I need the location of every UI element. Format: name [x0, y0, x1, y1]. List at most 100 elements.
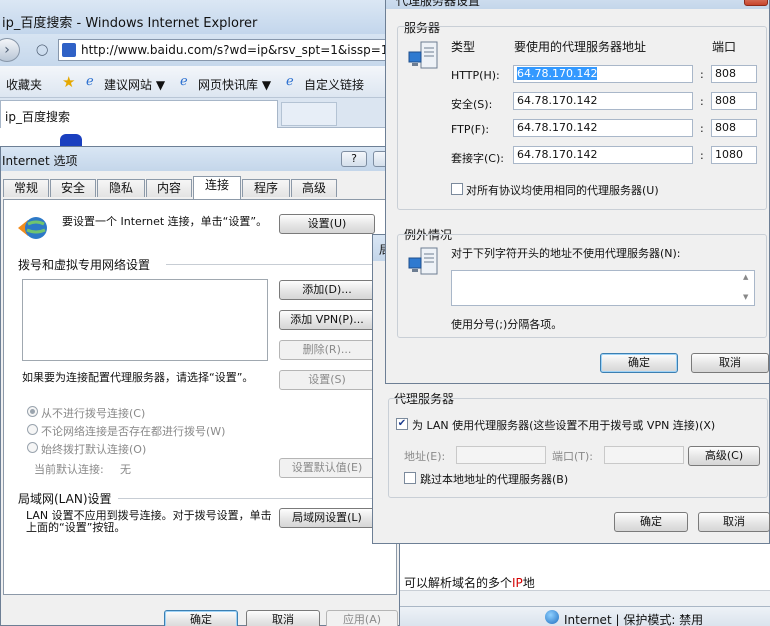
radio-always-dial-label: 始终拨打默认连接(O) — [41, 443, 147, 456]
remove-button[interactable]: 删除(R)... — [279, 340, 375, 360]
colon-separator: : — [700, 149, 704, 162]
page-text: 可以解析域名的多个IP地 — [404, 574, 535, 591]
address-header: 要使用的代理服务器地址 — [514, 40, 647, 54]
proxy-close-button[interactable]: ✕ — [744, 0, 768, 6]
use-proxy-label: 为 LAN 使用代理服务器(这些设置不用于拨号或 VPN 连接)(X) — [412, 419, 716, 432]
secure-type-label: 安全(S): — [451, 98, 493, 111]
http-address-input[interactable]: 64.78.170.142 — [513, 65, 693, 83]
lan-cancel-button[interactable]: 取消 — [698, 512, 770, 532]
same-proxy-label: 对所有协议均使用相同的代理服务器(U) — [466, 184, 659, 197]
page-text-suffix: 地 — [522, 576, 535, 590]
ftp-type-label: FTP(F): — [451, 123, 490, 136]
baidu-logo — [60, 134, 82, 146]
new-tab-button[interactable] — [281, 102, 337, 126]
radio-never-dial[interactable] — [27, 406, 38, 417]
same-proxy-checkbox[interactable] — [451, 183, 463, 195]
secure-address-input[interactable]: 64.78.170.142 — [513, 92, 693, 110]
fav-link-suggested[interactable]: 建议网站 ▼ — [104, 76, 165, 93]
proxy-title: 代理服务器设置 — [396, 0, 481, 8]
lan-ok-button[interactable]: 确定 — [614, 512, 688, 532]
dialog-title: Internet 选项 — [2, 154, 78, 168]
settings-button[interactable]: 设置(S) — [279, 370, 375, 390]
ie-page-icon: ℯ — [286, 74, 294, 89]
globe-icon — [545, 610, 559, 624]
dialup-separator — [166, 264, 376, 265]
add-vpn-button[interactable]: 添加 VPN(P)... — [279, 310, 375, 330]
http-address-value: 64.78.170.142 — [517, 67, 598, 80]
http-type-label: HTTP(H): — [451, 69, 500, 82]
forward-icon[interactable]: › — [0, 38, 20, 62]
advanced-button[interactable]: 高级(C) — [688, 446, 760, 466]
status-text: Internet | 保护模式: 禁用 — [564, 613, 704, 626]
proxy-address-input[interactable] — [456, 446, 546, 464]
dialup-connections-list[interactable] — [22, 279, 268, 361]
lan-separator — [118, 498, 376, 499]
address-field[interactable]: http://www.baidu.com/s?wd=ip&rsv_spt=1&i… — [58, 39, 398, 61]
colon-separator: : — [700, 95, 704, 108]
address-label: 地址(E): — [404, 450, 446, 463]
browser-title: ip_百度搜索 - Windows Internet Explorer — [2, 16, 258, 31]
secure-port-input[interactable]: 808 — [711, 92, 757, 110]
ie-page-icon: ℯ — [86, 74, 94, 89]
tab-general[interactable]: 常规 — [3, 179, 49, 197]
colon-separator: : — [700, 122, 704, 135]
nav-dropdown-icon[interactable]: ◯ — [36, 43, 48, 56]
browser-tab-label: ip_百度搜索 — [5, 110, 70, 124]
dialup-header: 拨号和虚拟专用网络设置 — [18, 258, 151, 272]
cancel-button[interactable]: 取消 — [246, 610, 320, 626]
proxy-cancel-button[interactable]: 取消 — [691, 353, 769, 373]
setup-button[interactable]: 设置(U) — [279, 214, 375, 234]
semicolon-hint: 使用分号(;)分隔各项。 — [451, 318, 563, 331]
add-button[interactable]: 添加(D)... — [279, 280, 375, 300]
tab-programs[interactable]: 程序 — [242, 179, 290, 197]
set-default-button[interactable]: 设置默认值(E) — [279, 458, 375, 478]
current-default-label: 当前默认连接: — [34, 463, 104, 476]
dialog-title-bar: Internet 选项 ? — [1, 147, 399, 171]
ftp-address-input[interactable]: 64.78.170.142 — [513, 119, 693, 137]
fav-link-webslice[interactable]: 网页快讯库 ▼ — [198, 76, 271, 93]
current-default-value: 无 — [120, 463, 131, 476]
servers-icon — [407, 38, 439, 72]
ftp-port-input[interactable]: 808 — [711, 119, 757, 137]
page-text-prefix: 可以解析域名的多个 — [404, 576, 513, 590]
lan-text: LAN 设置不应用到拨号连接。对于拨号设置，单击上面的“设置”按钮。 — [26, 509, 272, 534]
page-text-ip[interactable]: IP — [512, 576, 523, 590]
socks-type-label: 套接字(C): — [451, 152, 504, 165]
bypass-local-label: 跳过本地地址的代理服务器(B) — [420, 473, 569, 486]
port-header: 端口 — [712, 40, 737, 54]
favorites-star-icon[interactable]: ★ — [62, 73, 75, 91]
exceptions-textarea[interactable] — [451, 270, 755, 306]
radio-never-dial-label: 从不进行拨号连接(C) — [41, 407, 146, 420]
use-proxy-checkbox[interactable]: ✔ — [396, 418, 408, 430]
proxy-ok-button[interactable]: 确定 — [600, 353, 678, 373]
scroll-up-icon[interactable]: ▲ — [743, 273, 748, 281]
favorites-label[interactable]: 收藏夹 — [6, 76, 42, 93]
lan-settings-button[interactable]: 局域网设置(L) — [279, 508, 375, 528]
lan-header: 局域网(LAN)设置 — [18, 492, 112, 506]
fav-link-custom[interactable]: 自定义链接 — [304, 76, 364, 93]
browser-tab-active[interactable]: ip_百度搜索 — [0, 100, 278, 128]
radio-always-dial[interactable] — [27, 442, 38, 453]
help-button[interactable]: ? — [341, 151, 367, 167]
ok-button[interactable]: 确定 — [164, 610, 238, 626]
tab-connections[interactable]: 连接 — [193, 176, 241, 199]
page-favicon-icon — [62, 43, 76, 57]
apply-button[interactable]: 应用(A) — [326, 610, 398, 626]
scroll-down-icon[interactable]: ▼ — [743, 293, 748, 301]
page-hscrollbar[interactable] — [400, 590, 770, 606]
tab-security[interactable]: 安全 — [50, 179, 96, 197]
socks-address-input[interactable]: 64.78.170.142 — [513, 146, 693, 164]
proxy-port-input[interactable] — [604, 446, 684, 464]
tab-advanced[interactable]: 高级 — [291, 179, 337, 197]
status-bar: Internet | 保护模式: 禁用 — [400, 606, 770, 626]
connection-wizard-icon — [18, 214, 48, 242]
radio-dial-whenever[interactable] — [27, 424, 38, 435]
exceptions-icon — [407, 244, 439, 278]
bypass-local-checkbox[interactable] — [404, 472, 416, 484]
setup-text: 要设置一个 Internet 连接，单击“设置”。 — [62, 215, 268, 228]
tab-content[interactable]: 内容 — [146, 179, 192, 197]
tab-privacy[interactable]: 隐私 — [97, 179, 145, 197]
socks-port-input[interactable]: 1080 — [711, 146, 757, 164]
proxy-config-text: 如果要为连接配置代理服务器，请选择“设置”。 — [22, 371, 254, 384]
http-port-input[interactable]: 808 — [711, 65, 757, 83]
